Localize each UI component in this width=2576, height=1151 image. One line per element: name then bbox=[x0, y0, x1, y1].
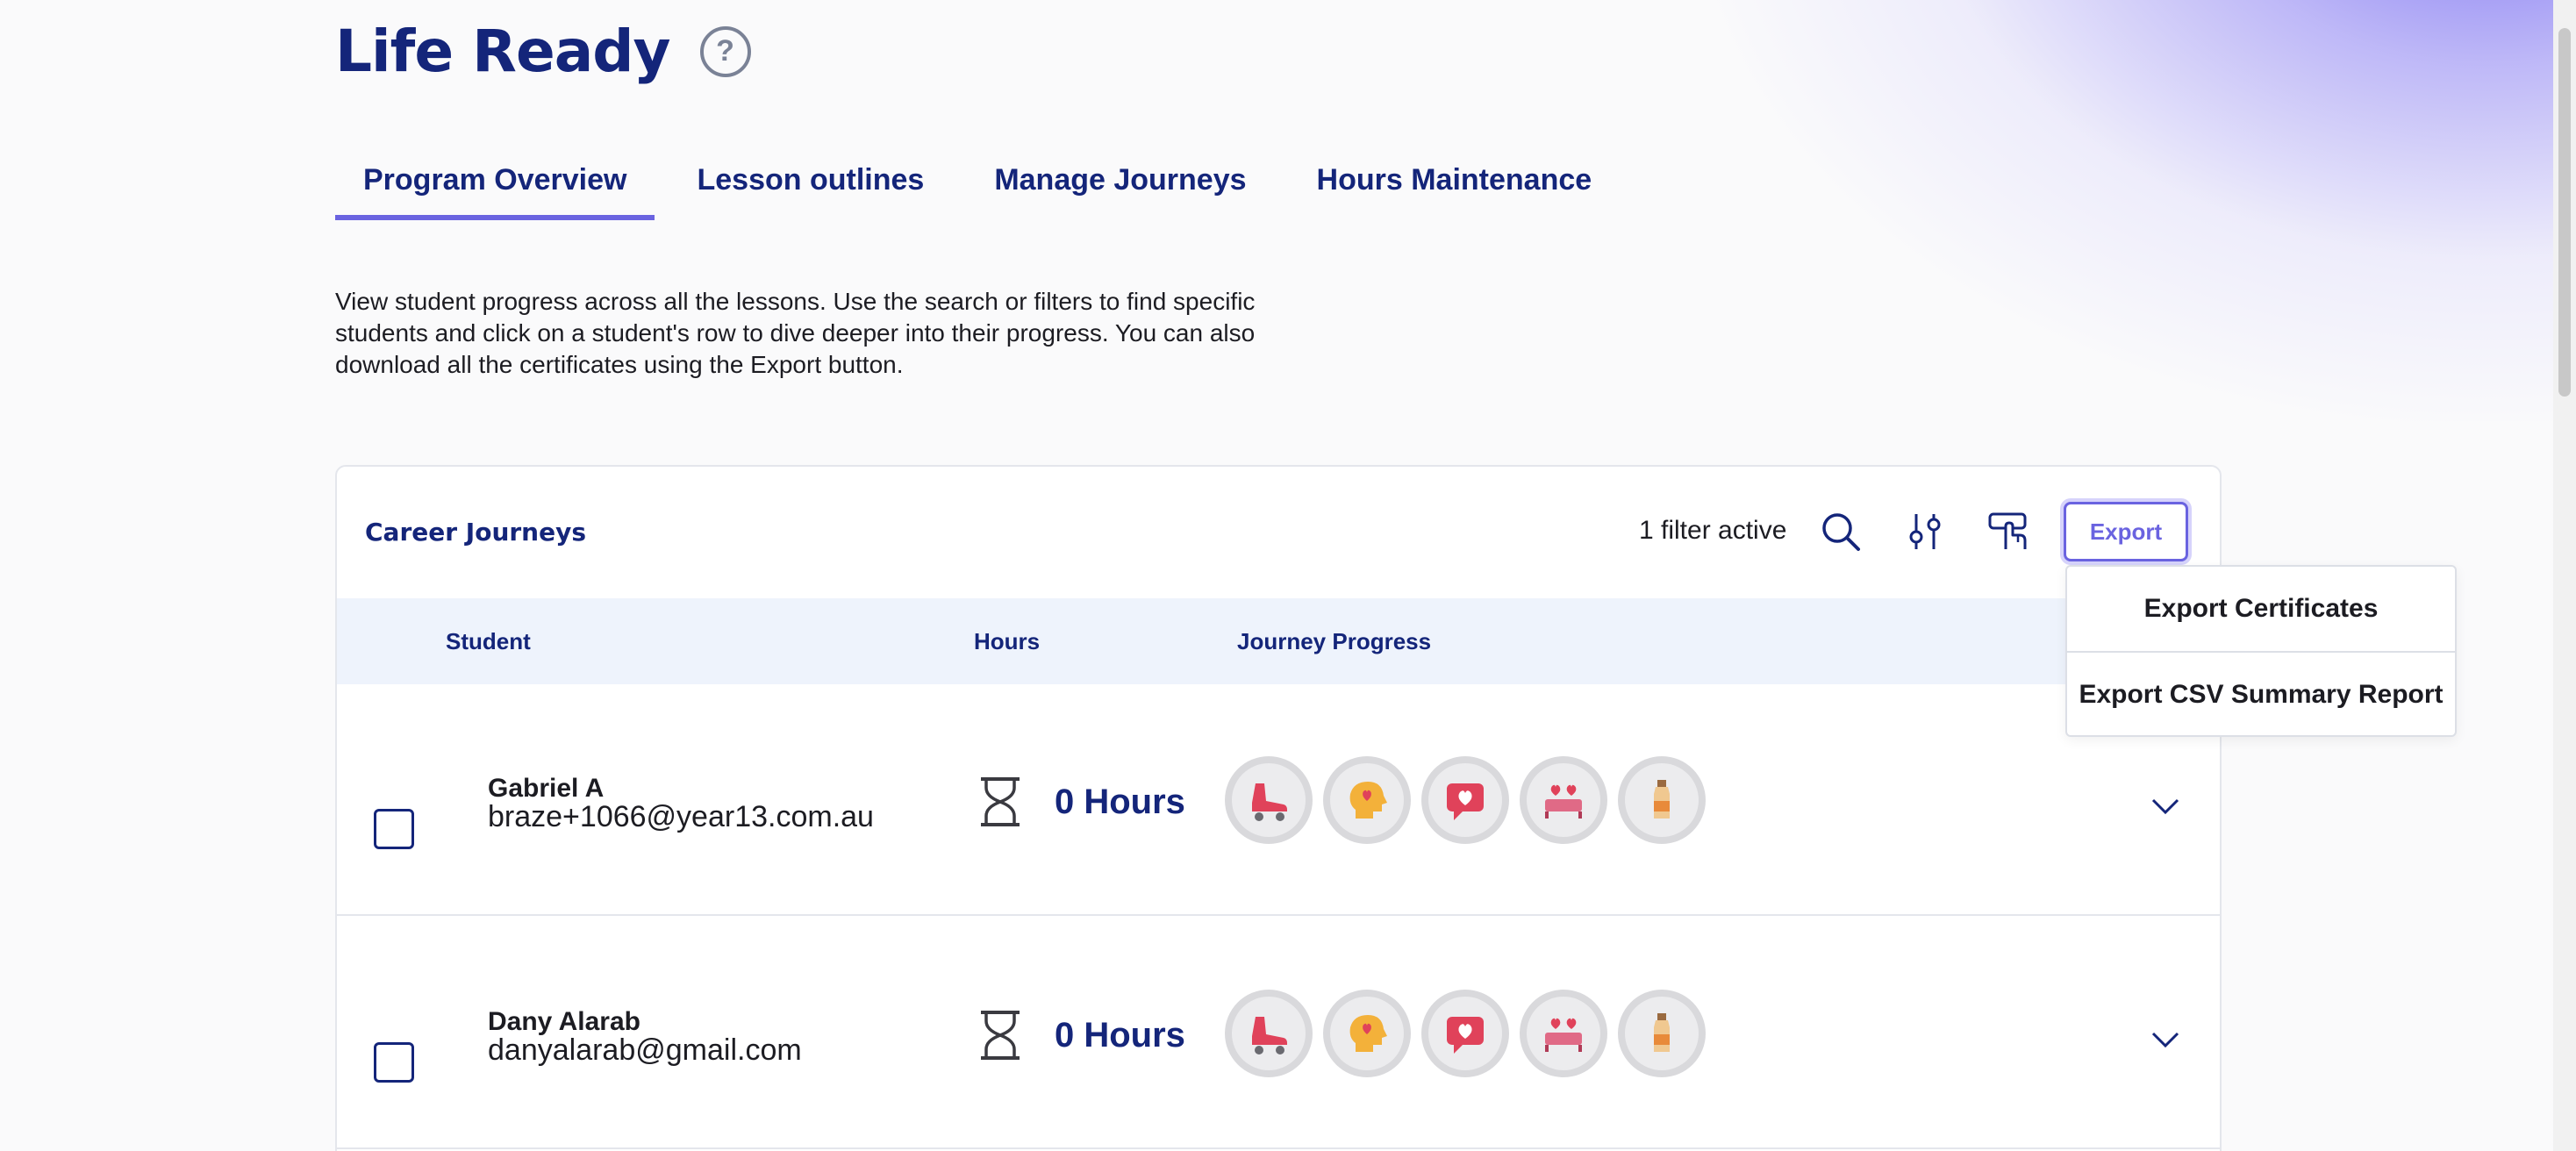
hours-value: 0 Hours bbox=[1055, 783, 1185, 821]
scrollbar-thumb[interactable] bbox=[2558, 28, 2571, 397]
filter-status: 1 filter active bbox=[1639, 516, 1787, 545]
journey-progress-badges bbox=[1225, 990, 1716, 1077]
row-checkbox[interactable] bbox=[374, 809, 414, 849]
page: Life Ready ? Program Overview Lesson out… bbox=[0, 0, 2576, 1151]
table-header: Student Hours Journey Progress bbox=[337, 598, 2220, 684]
journey-progress-badges bbox=[1225, 756, 1716, 844]
hours-value: 0 Hours bbox=[1055, 1016, 1185, 1054]
student-name: Gabriel A bbox=[488, 774, 605, 803]
tab-manage-journeys[interactable]: Manage Journeys bbox=[966, 163, 1274, 220]
mind-heart-icon[interactable] bbox=[1323, 756, 1411, 844]
tab-lesson-outlines[interactable]: Lesson outlines bbox=[669, 163, 952, 220]
table-row[interactable]: Gabriel A braze+1066@year13.com.au 0 Hou… bbox=[337, 684, 2220, 916]
hourglass-icon bbox=[981, 1011, 1020, 1060]
header-hours[interactable]: Hours bbox=[974, 628, 1040, 655]
hourglass-icon bbox=[981, 777, 1020, 826]
roller-skate-icon[interactable] bbox=[1225, 990, 1313, 1077]
row-checkbox[interactable] bbox=[374, 1042, 414, 1083]
roller-skate-icon[interactable] bbox=[1225, 756, 1313, 844]
filter-sliders-icon[interactable] bbox=[1902, 509, 1948, 554]
card-title: Career Journeys bbox=[365, 518, 587, 547]
background-glow bbox=[1699, 0, 2576, 421]
heart-bed-icon[interactable] bbox=[1520, 990, 1607, 1077]
page-title: Life Ready bbox=[335, 18, 671, 85]
header-journey-progress[interactable]: Journey Progress bbox=[1237, 628, 1431, 655]
table-row[interactable]: Dany Alarab danyalarab@gmail.com 0 Hours bbox=[337, 918, 2220, 1149]
heart-bed-icon[interactable] bbox=[1520, 756, 1607, 844]
chevron-down-icon[interactable] bbox=[2148, 788, 2183, 823]
student-email: danyalarab@gmail.com bbox=[488, 1033, 802, 1067]
help-icon[interactable]: ? bbox=[699, 25, 751, 77]
student-email: braze+1066@year13.com.au bbox=[488, 800, 874, 833]
chevron-down-icon[interactable] bbox=[2148, 1021, 2183, 1056]
mind-heart-icon[interactable] bbox=[1323, 990, 1411, 1077]
export-certificates-option[interactable]: Export Certificates bbox=[2067, 567, 2455, 651]
career-journeys-card: Career Journeys 1 filter active Export S… bbox=[335, 465, 2222, 1151]
export-button[interactable]: Export bbox=[2064, 502, 2188, 561]
tab-program-overview[interactable]: Program Overview bbox=[335, 163, 655, 220]
bottle-icon[interactable] bbox=[1618, 756, 1706, 844]
scrollbar[interactable] bbox=[2553, 0, 2576, 1151]
intro-text: View student progress across all the les… bbox=[335, 288, 1256, 378]
tab-bar: Program Overview Lesson outlines Manage … bbox=[335, 163, 1634, 220]
search-icon[interactable] bbox=[1818, 509, 1864, 554]
heart-message-icon[interactable] bbox=[1421, 990, 1509, 1077]
export-dropdown-menu: Export Certificates Export CSV Summary R… bbox=[2065, 565, 2457, 737]
title-row: Life Ready ? bbox=[335, 18, 751, 85]
header-student[interactable]: Student bbox=[446, 628, 531, 655]
heart-message-icon[interactable] bbox=[1421, 756, 1509, 844]
select-hand-icon[interactable] bbox=[1986, 509, 2032, 554]
tab-hours-maintenance[interactable]: Hours Maintenance bbox=[1289, 163, 1621, 220]
student-name: Dany Alarab bbox=[488, 1007, 640, 1036]
bottle-icon[interactable] bbox=[1618, 990, 1706, 1077]
export-csv-summary-option[interactable]: Export CSV Summary Report bbox=[2067, 651, 2455, 737]
